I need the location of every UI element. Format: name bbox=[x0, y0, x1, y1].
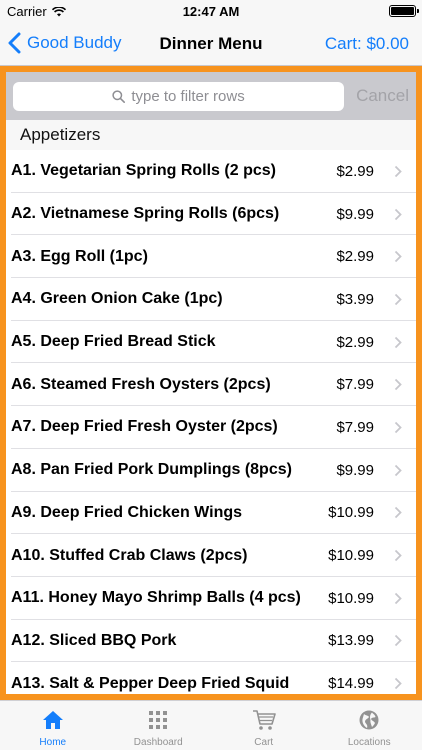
menu-item-title: A10. Stuffed Crab Claws (2pcs) bbox=[11, 546, 248, 564]
menu-item-price: $10.99 bbox=[328, 589, 374, 607]
chevron-left-icon bbox=[8, 32, 21, 54]
tab-home[interactable]: Home bbox=[0, 701, 106, 750]
menu-item-price: $10.99 bbox=[328, 547, 374, 565]
search-placeholder: type to filter rows bbox=[131, 87, 245, 105]
search-bar: type to filter rows Cancel bbox=[6, 72, 416, 120]
menu-item-price: $14.99 bbox=[328, 675, 374, 693]
battery-icon bbox=[389, 5, 419, 17]
chevron-right-icon bbox=[394, 165, 402, 177]
menu-item-row[interactable]: A11. Honey Mayo Shrimp Balls (4 pcs) $10.… bbox=[6, 576, 416, 620]
chevron-right-icon bbox=[394, 464, 402, 476]
menu-item-price: $7.99 bbox=[336, 376, 374, 394]
chevron-right-icon bbox=[394, 635, 402, 647]
menu-item-title: A11. Honey Mayo Shrimp Balls (4 pcs) bbox=[11, 589, 301, 607]
chevron-right-icon bbox=[394, 251, 402, 263]
menu-item-price: $7.99 bbox=[336, 418, 374, 436]
chevron-right-icon bbox=[394, 336, 402, 348]
menu-item-price: $3.99 bbox=[336, 290, 374, 308]
menu-item-title: A12. Sliced BBQ Pork bbox=[11, 631, 177, 649]
navigation-bar: Good Buddy Dinner Menu Cart: $0.00 bbox=[0, 22, 422, 66]
globe-icon bbox=[359, 710, 379, 730]
home-icon bbox=[42, 711, 63, 729]
tab-home-label: Home bbox=[39, 737, 67, 748]
menu-item-price: $2.99 bbox=[336, 162, 374, 180]
chevron-right-icon bbox=[394, 421, 402, 434]
menu-item-title: A8. Pan Fried Pork Dumplings (8pcs) bbox=[11, 461, 292, 479]
menu-item-row[interactable]: A6. Steamed Fresh Oysters (2pcs) $7.99 bbox=[6, 363, 416, 407]
menu-item-price: $2.99 bbox=[336, 333, 374, 351]
menu-item-price: $13.99 bbox=[328, 632, 374, 650]
search-cancel-button[interactable]: Cancel bbox=[356, 86, 409, 106]
chevron-right-icon bbox=[394, 507, 402, 519]
menu-item-row[interactable]: A13. Salt & Pepper Deep Fried Squid $14.9… bbox=[6, 662, 416, 694]
menu-item-title: A3. Egg Roll (1pc) bbox=[11, 247, 148, 265]
menu-item-row[interactable]: A2. Vietnamese Spring Rolls (6pcs) $9.99 bbox=[6, 192, 416, 236]
menu-item-title: A5. Deep Fried Bread Stick bbox=[11, 333, 216, 351]
search-input[interactable]: type to filter rows bbox=[13, 81, 345, 111]
tab-dashboard[interactable]: Dashboard bbox=[106, 701, 212, 750]
tab-bar: Home Dashboard Cart Locations bbox=[0, 700, 422, 750]
menu-item-title: A4. Green Onion Cake (1pc) bbox=[11, 290, 223, 308]
menu-table: type to filter rows Cancel Appetizers A1… bbox=[0, 66, 422, 700]
menu-item-title: A13. Salt & Pepper Deep Fried Squid bbox=[11, 674, 290, 692]
chevron-right-icon bbox=[394, 293, 402, 306]
menu-item-price: $9.99 bbox=[336, 461, 374, 479]
search-icon bbox=[112, 89, 126, 103]
status-time: 12:47 AM bbox=[182, 4, 240, 19]
menu-item-row[interactable]: A12. Sliced BBQ Pork $13.99 bbox=[6, 619, 416, 663]
back-button[interactable]: Good Buddy bbox=[8, 32, 122, 54]
status-bar: Carrier 12:47 AM bbox=[0, 0, 422, 22]
tab-cart-label: Cart bbox=[254, 737, 274, 748]
menu-item-title: A1. Vegetarian Spring Rolls (2 pcs) bbox=[11, 162, 276, 180]
menu-item-price: $9.99 bbox=[336, 205, 374, 223]
menu-item-row[interactable]: A1. Vegetarian Spring Rolls (2 pcs) $2.99 bbox=[6, 150, 416, 193]
tab-cart[interactable]: Cart bbox=[211, 701, 317, 750]
chevron-right-icon bbox=[394, 549, 402, 562]
tab-locations[interactable]: Locations bbox=[317, 701, 422, 750]
grid-icon bbox=[149, 711, 168, 729]
menu-item-title: A7. Deep Fried Fresh Oyster (2pcs) bbox=[11, 418, 278, 436]
cart-icon bbox=[252, 710, 276, 730]
menu-item-title: A9. Deep Fried Chicken Wings bbox=[11, 503, 243, 521]
menu-item-row[interactable]: A5. Deep Fried Bread Stick $2.99 bbox=[6, 320, 416, 364]
menu-item-price: $10.99 bbox=[328, 504, 374, 522]
chevron-right-icon bbox=[394, 208, 402, 220]
cart-button[interactable]: Cart: $0.00 bbox=[325, 34, 409, 54]
tab-dashboard-label: Dashboard bbox=[133, 737, 183, 748]
menu-item-row[interactable]: A8. Pan Fried Pork Dumplings (8pcs) $9.99 bbox=[6, 448, 416, 492]
menu-item-row[interactable]: A9. Deep Fried Chicken Wings $10.99 bbox=[6, 491, 416, 535]
chevron-right-icon bbox=[394, 677, 402, 690]
menu-item-row[interactable]: A10. Stuffed Crab Claws (2pcs) $10.99 bbox=[6, 534, 416, 577]
menu-item-price: $2.99 bbox=[336, 248, 374, 266]
menu-list: A1. Vegetarian Spring Rolls (2 pcs) $2.99… bbox=[6, 150, 416, 694]
menu-item-row[interactable]: A7. Deep Fried Fresh Oyster (2pcs) $7.99 bbox=[6, 406, 416, 449]
menu-item-row[interactable]: A3. Egg Roll (1pc) $2.99 bbox=[6, 235, 416, 279]
menu-item-title: A6. Steamed Fresh Oysters (2pcs) bbox=[11, 375, 271, 393]
back-button-label: Good Buddy bbox=[27, 33, 122, 52]
tab-locations-label: Locations bbox=[347, 737, 391, 748]
menu-item-title: A2. Vietnamese Spring Rolls (6pcs) bbox=[11, 205, 280, 223]
chevron-right-icon bbox=[394, 379, 402, 391]
section-header: Appetizers bbox=[6, 120, 416, 150]
menu-item-row[interactable]: A4. Green Onion Cake (1pc) $3.99 bbox=[6, 278, 416, 321]
chevron-right-icon bbox=[394, 592, 402, 604]
